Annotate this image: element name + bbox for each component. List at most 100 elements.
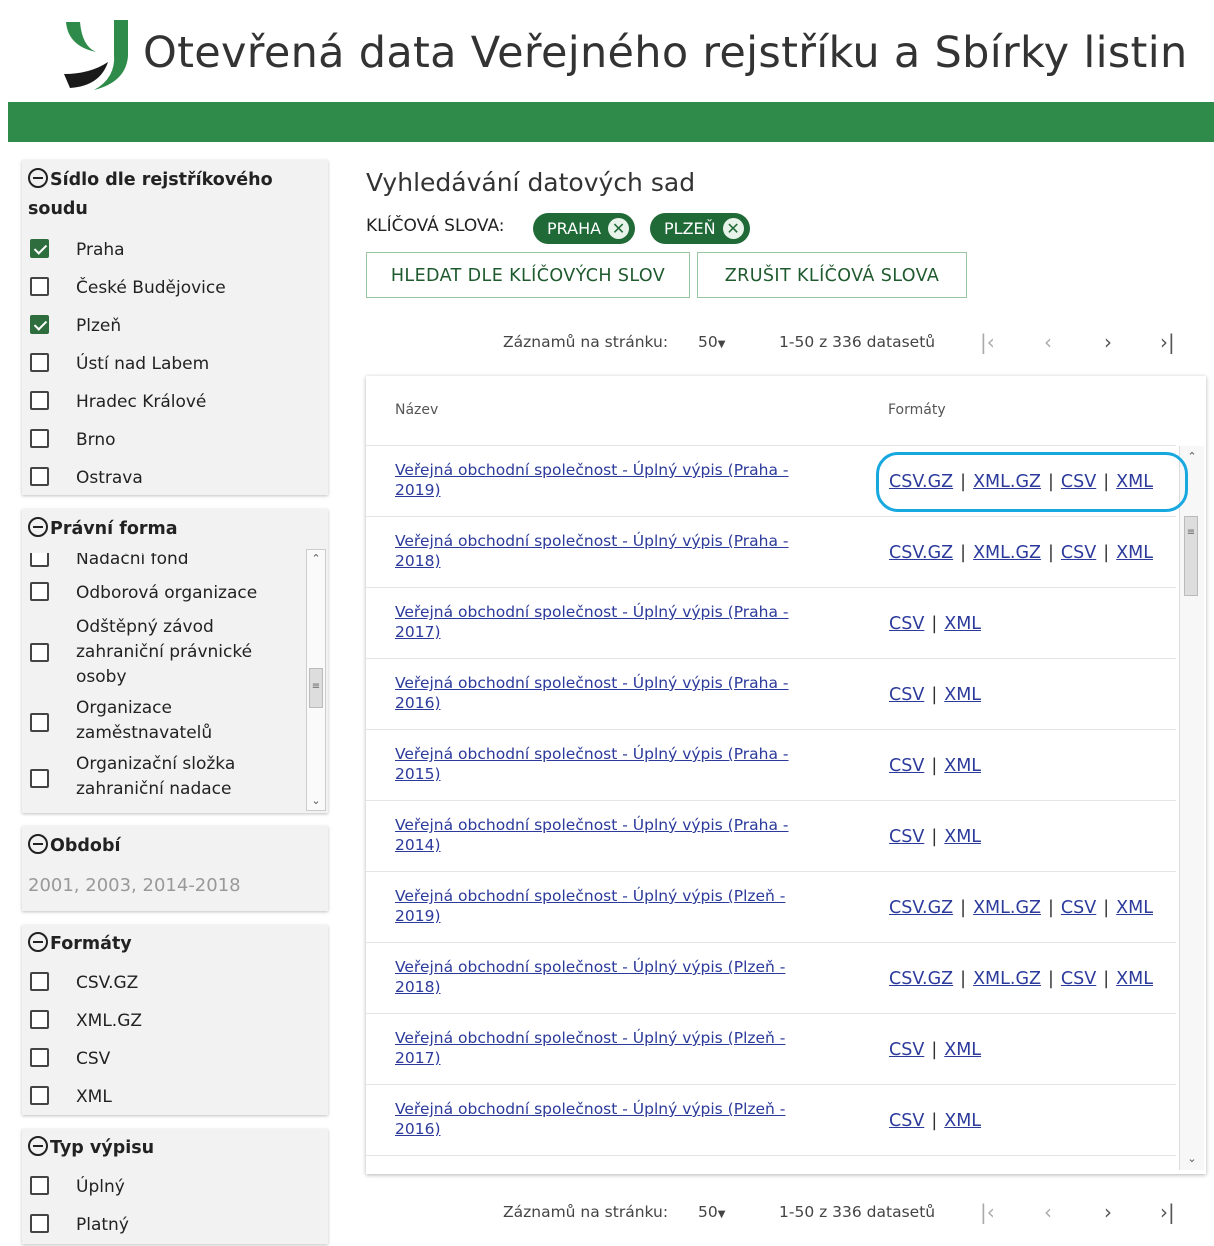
legal-form-item[interactable]: Organizační složka zahraniční nadace <box>22 751 302 807</box>
dataset-link[interactable]: Veřejná obchodní společnost - Úplný výpi… <box>395 673 815 713</box>
checkbox[interactable] <box>30 1214 49 1233</box>
format-download-link[interactable]: XML <box>944 1111 981 1131</box>
format-download-link[interactable]: CSV <box>889 756 924 776</box>
format-item[interactable]: XML.GZ <box>22 1001 328 1039</box>
court-item[interactable]: České Budějovice <box>22 268 328 306</box>
dataset-link[interactable]: Veřejná obchodní společnost - Úplný výpi… <box>395 744 815 784</box>
court-item[interactable]: Hradec Králové <box>22 382 328 420</box>
extract-type-item[interactable]: Úplný <box>22 1167 328 1205</box>
format-download-link[interactable]: XML <box>944 685 981 705</box>
checkbox[interactable] <box>30 467 49 486</box>
legal-form-item[interactable]: Organizace zaměstnavatelů <box>22 695 302 751</box>
dataset-link[interactable]: Veřejná obchodní společnost - Úplný výpi… <box>395 602 815 642</box>
checkbox[interactable] <box>30 643 49 662</box>
first-page-icon[interactable]: |‹ <box>980 330 995 354</box>
format-download-link[interactable]: CSV <box>889 614 924 634</box>
filter-period-header[interactable]: Období <box>22 826 328 861</box>
format-download-link[interactable]: XML <box>944 827 981 847</box>
checkbox[interactable] <box>30 769 49 788</box>
format-download-link[interactable]: CSV <box>889 685 924 705</box>
format-download-link[interactable]: XML <box>1116 969 1153 989</box>
last-page-icon[interactable]: ›| <box>1160 330 1175 354</box>
checkbox[interactable] <box>30 277 49 296</box>
filter-court-header[interactable]: Sídlo dle rejstříkového soudu <box>22 160 298 224</box>
legal-form-item[interactable]: Odštěpný závod zahraniční právnické osob… <box>22 611 302 695</box>
format-download-link[interactable]: CSV <box>1061 969 1096 989</box>
checkbox[interactable] <box>30 713 49 732</box>
checkbox-checked[interactable] <box>30 239 49 258</box>
format-download-link[interactable]: CSV <box>1061 898 1096 918</box>
checkbox[interactable] <box>30 391 49 410</box>
format-download-link[interactable]: CSV.GZ <box>889 969 953 989</box>
dataset-link[interactable]: Veřejná obchodní společnost - Úplný výpi… <box>395 1028 815 1068</box>
checkbox[interactable] <box>30 1010 49 1029</box>
checkbox-checked[interactable] <box>30 315 49 334</box>
next-page-icon[interactable]: › <box>1104 1200 1112 1224</box>
scroll-thumb[interactable]: ≡ <box>1184 516 1198 596</box>
filter-legal-form-header[interactable]: Právní forma <box>22 509 328 544</box>
checkbox[interactable] <box>30 1176 49 1195</box>
dataset-link[interactable]: Veřejná obchodní společnost - Úplný výpi… <box>395 1099 815 1139</box>
remove-keyword-icon[interactable]: ✕ <box>722 218 744 239</box>
format-item[interactable]: CSV.GZ <box>22 963 328 1001</box>
prev-page-icon[interactable]: ‹ <box>1044 1200 1052 1224</box>
format-download-link[interactable]: XML.GZ <box>973 969 1041 989</box>
table-scrollbar[interactable]: ⌃ ≡ ⌄ <box>1179 446 1204 1170</box>
scroll-up-icon[interactable]: ⌃ <box>307 550 325 568</box>
checkbox[interactable] <box>30 582 49 601</box>
dataset-link[interactable]: Veřejná obchodní společnost - Úplný výpi… <box>395 531 815 571</box>
court-item[interactable]: Praha <box>22 230 328 268</box>
format-download-link[interactable]: XML <box>1116 898 1153 918</box>
collapse-icon[interactable] <box>28 1136 48 1156</box>
format-download-link[interactable]: CSV.GZ <box>889 898 953 918</box>
checkbox[interactable] <box>30 553 49 567</box>
checkbox[interactable] <box>30 1048 49 1067</box>
format-download-link[interactable]: CSV.GZ <box>889 543 953 563</box>
first-page-icon[interactable]: |‹ <box>980 1200 995 1224</box>
format-download-link[interactable]: XML <box>1116 543 1153 563</box>
checkbox[interactable] <box>30 353 49 372</box>
collapse-icon[interactable] <box>28 932 48 952</box>
per-page-select[interactable]: 50▼ <box>698 1203 725 1221</box>
legal-form-scroll[interactable]: Nadační fond Odborová organizace Odštěpn… <box>22 553 328 813</box>
checkbox[interactable] <box>30 429 49 448</box>
dataset-link[interactable]: Veřejná obchodní společnost - Úplný výpi… <box>395 460 815 500</box>
collapse-icon[interactable] <box>28 517 48 537</box>
scroll-thumb[interactable]: ≡ <box>309 668 323 708</box>
format-item[interactable]: CSV <box>22 1039 328 1077</box>
format-download-link[interactable]: CSV <box>1061 543 1096 563</box>
dataset-link[interactable]: Veřejná obchodní společnost - Úplný výpi… <box>395 957 815 997</box>
extract-type-item[interactable]: Platný <box>22 1205 328 1243</box>
format-download-link[interactable]: CSV <box>889 1040 924 1060</box>
court-item[interactable]: Plzeň <box>22 306 328 344</box>
search-keywords-button[interactable]: HLEDAT DLE KLÍČOVÝCH SLOV <box>366 252 690 298</box>
legal-form-item[interactable]: Nadační fond <box>22 553 302 573</box>
format-download-link[interactable]: CSV <box>889 827 924 847</box>
last-page-icon[interactable]: ›| <box>1160 1200 1175 1224</box>
next-page-icon[interactable]: › <box>1104 330 1112 354</box>
checkbox[interactable] <box>30 972 49 991</box>
filter-formats-header[interactable]: Formáty <box>22 925 328 959</box>
collapse-icon[interactable] <box>28 168 48 188</box>
scroll-down-icon[interactable]: ⌄ <box>1183 1150 1201 1168</box>
format-download-link[interactable]: XML.GZ <box>973 898 1041 918</box>
court-item[interactable]: Brno <box>22 420 328 458</box>
prev-page-icon[interactable]: ‹ <box>1044 330 1052 354</box>
clear-keywords-button[interactable]: ZRUŠIT KLÍČOVÁ SLOVA <box>697 252 967 298</box>
per-page-select[interactable]: 50▼ <box>698 333 725 351</box>
dataset-link[interactable]: Veřejná obchodní společnost - Úplný výpi… <box>395 815 815 855</box>
filter-extract-type-header[interactable]: Typ výpisu <box>22 1129 328 1163</box>
format-download-link[interactable]: XML.GZ <box>973 543 1041 563</box>
format-download-link[interactable]: XML <box>944 756 981 776</box>
dataset-link[interactable]: Veřejná obchodní společnost - Úplný výpi… <box>395 886 815 926</box>
court-item[interactable]: Ostrava <box>22 458 328 496</box>
format-download-link[interactable]: CSV <box>889 1111 924 1131</box>
checkbox[interactable] <box>30 1086 49 1105</box>
scroll-down-icon[interactable]: ⌄ <box>307 792 325 810</box>
format-item[interactable]: XML <box>22 1077 328 1115</box>
legal-form-scrollbar[interactable]: ⌃ ≡ ⌄ <box>306 549 326 811</box>
remove-keyword-icon[interactable]: ✕ <box>608 218 630 239</box>
collapse-icon[interactable] <box>28 834 48 854</box>
format-download-link[interactable]: XML <box>944 1040 981 1060</box>
format-download-link[interactable]: XML <box>944 614 981 634</box>
